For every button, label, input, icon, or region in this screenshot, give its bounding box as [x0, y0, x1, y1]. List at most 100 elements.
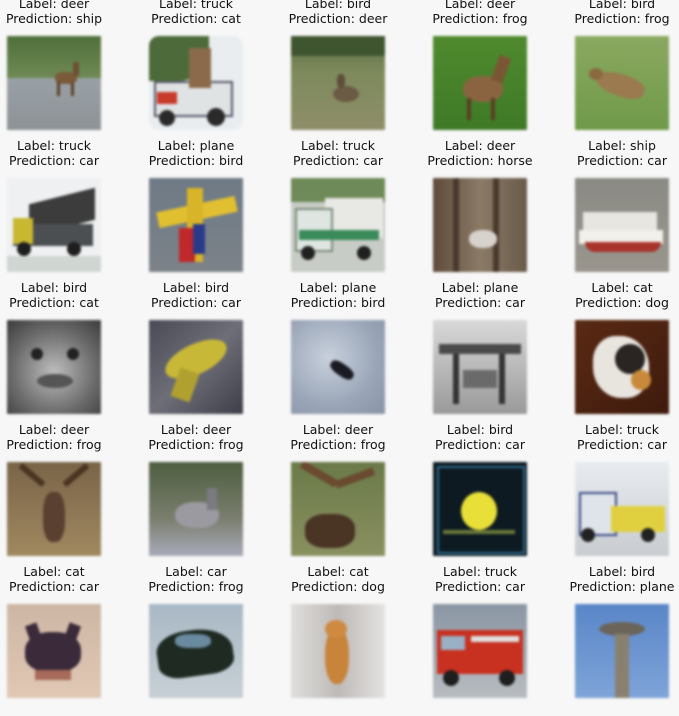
bird-on-grass-image [575, 36, 669, 130]
semi-truck-image [291, 178, 385, 272]
ostrich-sky-image [575, 604, 669, 698]
cell-title: Label: deer Prediction: horse [403, 138, 557, 168]
ostrich-face-image [7, 320, 101, 414]
predicted-label: Prediction: car [577, 437, 667, 452]
true-label: Label: ship [588, 138, 656, 153]
true-label: Label: cat [307, 564, 369, 579]
grid-cell: Label: plane Prediction: bird [291, 280, 433, 432]
orange-cat-image [291, 604, 385, 698]
canary-in-cage-image [433, 462, 527, 556]
cell-title: Label: cat Prediction: dog [545, 280, 679, 310]
predicted-label: Prediction: car [435, 295, 525, 310]
cell-title: Label: bird Prediction: plane [545, 564, 679, 594]
predicted-label: Prediction: frog [432, 11, 528, 26]
true-label: Label: bird [162, 280, 230, 295]
plane-bw-image [433, 320, 527, 414]
predicted-label: Prediction: car [151, 295, 241, 310]
cruise-ship-image [575, 178, 669, 272]
grid-cell: Label: deer Prediction: frog [6, 422, 149, 574]
cell-title: Label: truck Prediction: cat [119, 0, 273, 26]
grid-cell: Label: bird Prediction: car [433, 422, 575, 574]
true-label: Label: cat [23, 564, 85, 579]
true-label: Label: deer [160, 422, 232, 437]
true-label: Label: deer [302, 422, 374, 437]
grid-cell: Label: bird Prediction: plane [570, 564, 679, 716]
cell-title: Label: deer Prediction: frog [119, 422, 273, 452]
true-label: Label: deer [444, 138, 516, 153]
true-label: Label: deer [18, 422, 90, 437]
true-label: Label: deer [444, 0, 516, 11]
grid-cell: Label: truck Prediction: car [7, 138, 149, 290]
cell-title: Label: deer Prediction: ship [0, 0, 131, 26]
sports-car-image [149, 604, 243, 698]
cat-image [575, 320, 669, 414]
predicted-label: Prediction: bird [148, 153, 244, 168]
predicted-label: Prediction: frog [290, 437, 386, 452]
plane-in-cloudy-sky-image [291, 320, 385, 414]
true-label: Label: plane [299, 280, 377, 295]
grid-cell: Label: deer Prediction: frog [148, 422, 291, 574]
true-label: Label: bird [588, 564, 656, 579]
grid-cell: Label: car Prediction: frog [148, 564, 291, 716]
yellow-bird-image [149, 320, 243, 414]
predicted-label: Prediction: frog [574, 11, 670, 26]
cell-title: Label: truck Prediction: car [261, 138, 415, 168]
moose-image [291, 462, 385, 556]
predicted-label: Prediction: frog [6, 437, 102, 452]
cell-title: Label: plane Prediction: bird [261, 280, 415, 310]
tow-truck-image [575, 462, 669, 556]
cell-title: Label: truck Prediction: car [545, 422, 679, 452]
cell-title: Label: deer Prediction: frog [403, 0, 557, 26]
grid-cell: Label: truck Prediction: car [291, 138, 433, 290]
cell-title: Label: car Prediction: frog [119, 564, 273, 594]
cell-title: Label: plane Prediction: bird [119, 138, 273, 168]
true-label: Label: cat [591, 280, 653, 295]
plane-image [149, 178, 243, 272]
predicted-label: Prediction: cat [9, 295, 99, 310]
predicted-label: Prediction: car [9, 153, 99, 168]
predicted-label: Prediction: ship [5, 11, 103, 26]
cell-title: Label: cat Prediction: dog [261, 564, 415, 594]
fire-truck-image [433, 604, 527, 698]
predicted-label: Prediction: car [577, 153, 667, 168]
cell-title: Label: bird Prediction: car [403, 422, 557, 452]
true-label: Label: bird [588, 0, 656, 11]
deer-on-road-image [7, 36, 101, 130]
true-label: Label: plane [157, 138, 235, 153]
predicted-label: Prediction: dog [575, 295, 669, 310]
predicted-label: Prediction: frog [148, 437, 244, 452]
grid-cell: Label: plane Prediction: car [433, 280, 575, 432]
predicted-label: Prediction: horse [427, 153, 533, 168]
cell-title: Label: truck Prediction: car [0, 138, 131, 168]
true-label: Label: truck [443, 564, 517, 579]
predicted-label: Prediction: frog [148, 579, 244, 594]
grid-cell: Label: deer Prediction: ship [6, 0, 149, 148]
predicted-label: Prediction: bird [290, 295, 386, 310]
cell-title: Label: bird Prediction: car [119, 280, 273, 310]
true-label: Label: bird [304, 0, 372, 11]
grid-cell: Label: truck Prediction: car [575, 422, 679, 574]
grid-cell: Label: cat Prediction: dog [291, 564, 433, 716]
grid-cell: Label: deer Prediction: frog [290, 422, 433, 574]
cell-title: Label: bird Prediction: deer [261, 0, 415, 26]
grid-cell: Label: truck Prediction: car [433, 564, 575, 716]
predicted-label: Prediction: plane [569, 579, 675, 594]
predicted-label: Prediction: dog [291, 579, 385, 594]
true-label: Label: truck [17, 138, 91, 153]
kitten-image [7, 604, 101, 698]
deer-at-fence-image [433, 178, 527, 272]
cell-title: Label: ship Prediction: car [545, 138, 679, 168]
predicted-label: Prediction: cat [151, 11, 241, 26]
cell-title: Label: cat Prediction: car [0, 564, 131, 594]
grid-cell: Label: ship Prediction: car [575, 138, 679, 290]
truck-image [149, 36, 243, 130]
cell-title: Label: bird Prediction: cat [0, 280, 131, 310]
grid-cell: Label: bird Prediction: deer [289, 0, 433, 148]
grid-cell: Label: bird Prediction: car [149, 280, 291, 432]
deer-in-grass-image [433, 36, 527, 130]
true-label: Label: bird [446, 422, 514, 437]
grid-cell: Label: truck Prediction: cat [149, 0, 291, 148]
predicted-label: Prediction: car [9, 579, 99, 594]
grid-cell: Label: cat Prediction: dog [575, 280, 679, 432]
grid-cell: Label: plane Prediction: bird [149, 138, 291, 290]
